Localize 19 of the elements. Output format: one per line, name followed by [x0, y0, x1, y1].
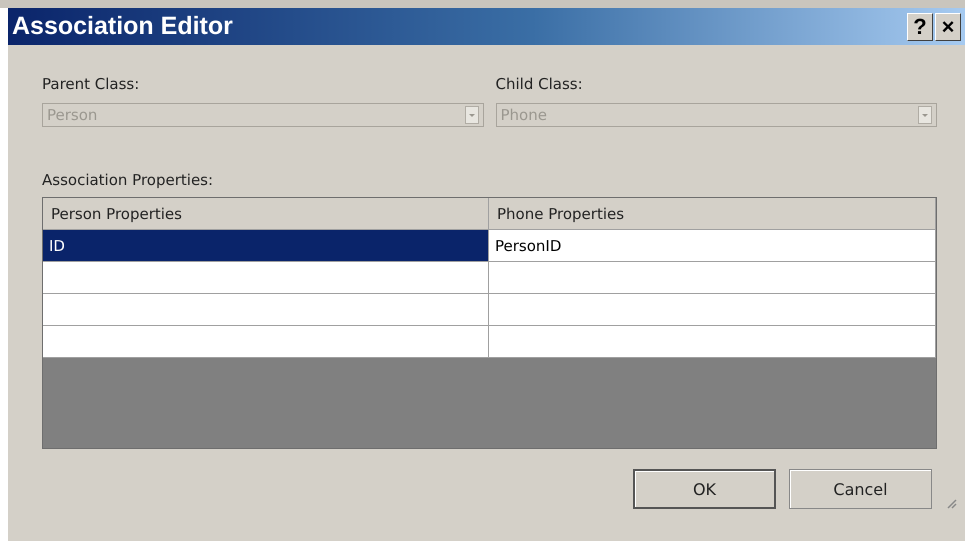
column-header[interactable]: Person Properties	[43, 198, 489, 230]
section-label: Association Properties:	[42, 171, 214, 189]
table-cell[interactable]	[489, 294, 936, 326]
column-header[interactable]: Phone Properties	[489, 198, 936, 230]
ok-button[interactable]: OK	[633, 469, 776, 509]
table-cell[interactable]: PersonID	[489, 230, 936, 262]
window-title: Association Editor	[12, 12, 233, 41]
table-cell[interactable]	[43, 326, 489, 358]
table-cell[interactable]	[43, 294, 489, 326]
table-cell[interactable]	[489, 326, 936, 358]
resize-grip-icon[interactable]	[945, 497, 957, 509]
help-button[interactable]: ?	[907, 12, 933, 40]
field-label: Child Class:	[496, 75, 584, 93]
table-cell[interactable]: ID	[43, 230, 489, 262]
table-cell[interactable]	[489, 262, 936, 294]
table-cell[interactable]	[43, 262, 489, 294]
cancel-button[interactable]: Cancel	[789, 469, 932, 509]
field-label: Parent Class:	[42, 75, 140, 93]
close-button[interactable]: ×	[935, 12, 961, 40]
